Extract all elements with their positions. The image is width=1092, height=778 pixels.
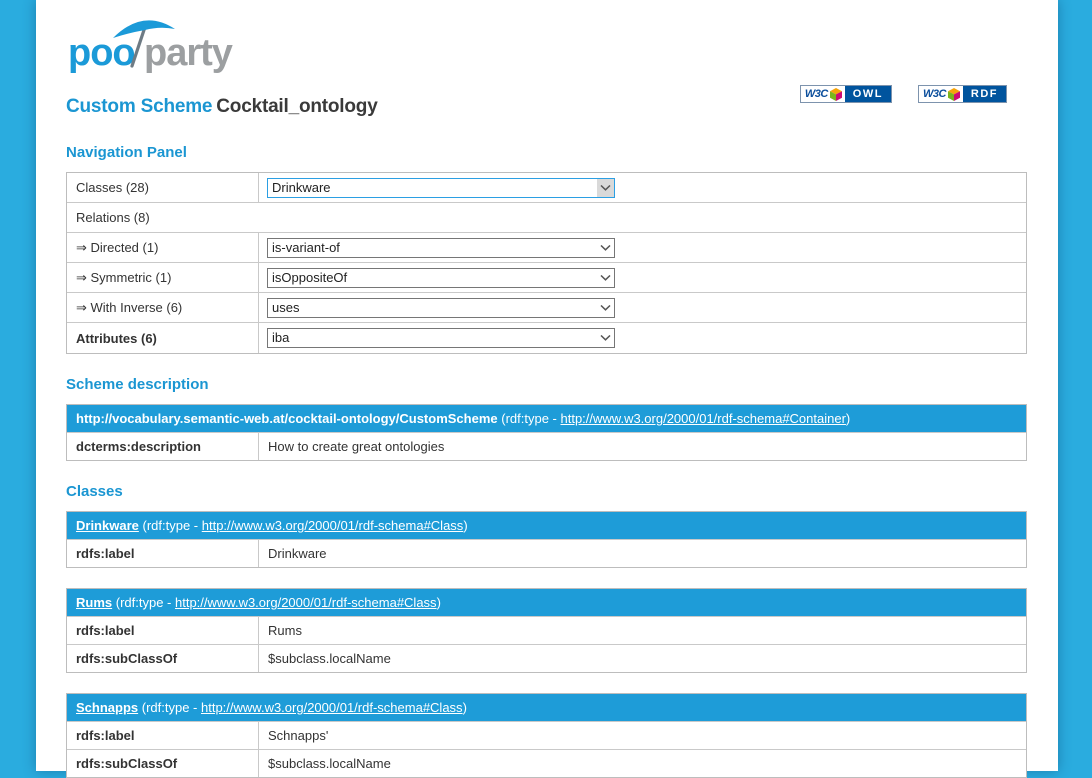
symmetric-count-label: ⇒ Symmetric (1) xyxy=(67,263,259,292)
nav-row-symmetric: ⇒ Symmetric (1) isOppositeOf xyxy=(67,263,1026,293)
content-panel: poo party Custom SchemeCocktail_ontology… xyxy=(36,0,1058,771)
attributes-dropdown[interactable]: iba xyxy=(267,328,615,348)
navigation-panel-table: Classes (28) Drinkware Relations (8) ⇒ D… xyxy=(66,172,1027,354)
nav-row-classes: Classes (28) Drinkware xyxy=(67,173,1026,203)
value-cell: $subclass.localName xyxy=(259,645,1026,672)
table-row: rdfs:label Rums xyxy=(67,616,1026,644)
owl-badge-label: OWL xyxy=(845,86,891,102)
nav-row-attributes: Attributes (6) iba xyxy=(67,323,1026,353)
scheme-description-heading: Scheme description xyxy=(66,376,1027,393)
predicate-cell: rdfs:label xyxy=(67,617,259,644)
table-row: rdfs:label Schnapps' xyxy=(67,721,1026,749)
predicate-cell: rdfs:subClassOf xyxy=(67,750,259,777)
standards-badges: W3C OWL W3C xyxy=(800,85,1007,103)
table-row: rdfs:subClassOf $subclass.localName xyxy=(67,749,1026,777)
rdf-type-text: (rdf:type - xyxy=(139,518,202,533)
w3c-cube-icon xyxy=(830,88,842,101)
table-row: rdfs:subClassOf $subclass.localName xyxy=(67,644,1026,672)
with-inverse-count-label: ⇒ With Inverse (6) xyxy=(67,293,259,322)
class-name-link[interactable]: Rums xyxy=(76,595,112,610)
chevron-down-icon xyxy=(597,239,614,257)
w3c-cube-icon xyxy=(948,88,960,101)
classes-heading: Classes xyxy=(66,483,1027,500)
predicate-cell: dcterms:description xyxy=(67,433,259,460)
predicate-cell: rdfs:subClassOf xyxy=(67,645,259,672)
with-inverse-relations-dropdown[interactable]: uses xyxy=(267,298,615,318)
chevron-down-icon xyxy=(597,299,614,317)
w3c-rdf-badge[interactable]: W3C RDF xyxy=(918,85,1007,103)
close-paren: ) xyxy=(437,595,441,610)
directed-relations-dropdown[interactable]: is-variant-of xyxy=(267,238,615,258)
scheme-description-table: http://vocabulary.semantic-web.at/cockta… xyxy=(66,404,1027,461)
rdf-schema-class-link[interactable]: http://www.w3.org/2000/01/rdf-schema#Cla… xyxy=(201,700,463,715)
logo-pool-text: poo xyxy=(68,32,135,74)
class-name-link[interactable]: Schnapps xyxy=(76,700,138,715)
attributes-dropdown-value: iba xyxy=(268,329,597,347)
close-paren: ) xyxy=(463,518,467,533)
predicate-cell: rdfs:label xyxy=(67,722,259,749)
scheme-subject-uri: http://vocabulary.semantic-web.at/cockta… xyxy=(76,411,498,426)
w3c-label: W3C xyxy=(923,88,946,100)
navigation-panel-heading: Navigation Panel xyxy=(66,144,1027,161)
w3c-label: W3C xyxy=(805,88,828,100)
poolparty-logo[interactable]: poo party xyxy=(66,12,286,78)
symmetric-dropdown-value: isOppositeOf xyxy=(268,269,597,287)
directed-count-label: ⇒ Directed (1) xyxy=(67,233,259,262)
class-table-drinkware: Drinkware (rdf:type - http://www.w3.org/… xyxy=(66,511,1027,568)
class-header: Drinkware (rdf:type - http://www.w3.org/… xyxy=(67,512,1026,539)
class-table-rums: Rums (rdf:type - http://www.w3.org/2000/… xyxy=(66,588,1027,673)
rdf-schema-container-link[interactable]: http://www.w3.org/2000/01/rdf-schema#Con… xyxy=(560,411,845,426)
value-cell: Drinkware xyxy=(259,540,1026,567)
class-name-link[interactable]: Drinkware xyxy=(76,518,139,533)
scheme-name-label: Cocktail_ontology xyxy=(216,96,377,117)
close-paren: ) xyxy=(463,700,467,715)
w3c-owl-badge[interactable]: W3C OWL xyxy=(800,85,892,103)
classes-dropdown[interactable]: Drinkware xyxy=(267,178,615,198)
logo-party-text: party xyxy=(144,32,233,74)
with-inverse-dropdown-value: uses xyxy=(268,299,597,317)
predicate-cell: rdfs:label xyxy=(67,540,259,567)
classes-dropdown-value: Drinkware xyxy=(268,179,597,197)
directed-dropdown-value: is-variant-of xyxy=(268,239,597,257)
rdf-badge-label: RDF xyxy=(963,86,1006,102)
rdf-type-text: (rdf:type - xyxy=(138,700,201,715)
table-row: dcterms:description How to create great … xyxy=(67,432,1026,460)
class-header: Schnapps (rdf:type - http://www.w3.org/2… xyxy=(67,694,1026,721)
class-table-schnapps: Schnapps (rdf:type - http://www.w3.org/2… xyxy=(66,693,1027,778)
nav-row-directed: ⇒ Directed (1) is-variant-of xyxy=(67,233,1026,263)
classes-count-label: Classes (28) xyxy=(67,173,259,202)
attributes-count-label: Attributes (6) xyxy=(67,323,259,353)
rdf-type-text: (rdf:type - xyxy=(498,411,561,426)
symmetric-relations-dropdown[interactable]: isOppositeOf xyxy=(267,268,615,288)
value-cell: Rums xyxy=(259,617,1026,644)
rdf-schema-class-link[interactable]: http://www.w3.org/2000/01/rdf-schema#Cla… xyxy=(202,518,464,533)
value-cell: Schnapps' xyxy=(259,722,1026,749)
relations-count-label: Relations (8) xyxy=(67,203,1026,232)
poolparty-logo-graphic: poo party xyxy=(66,12,286,78)
nav-row-relations: Relations (8) xyxy=(67,203,1026,233)
chevron-down-icon xyxy=(597,329,614,347)
chevron-down-icon xyxy=(597,179,614,197)
table-row: rdfs:label Drinkware xyxy=(67,539,1026,567)
rdf-type-text: (rdf:type - xyxy=(112,595,175,610)
scheme-type-label: Custom Scheme xyxy=(66,96,212,117)
value-cell: How to create great ontologies xyxy=(259,433,1026,460)
scheme-header: http://vocabulary.semantic-web.at/cockta… xyxy=(67,405,1026,432)
chevron-down-icon xyxy=(597,269,614,287)
class-header: Rums (rdf:type - http://www.w3.org/2000/… xyxy=(67,589,1026,616)
nav-row-with-inverse: ⇒ With Inverse (6) uses xyxy=(67,293,1026,323)
close-paren: ) xyxy=(846,411,850,426)
value-cell: $subclass.localName xyxy=(259,750,1026,777)
rdf-schema-class-link[interactable]: http://www.w3.org/2000/01/rdf-schema#Cla… xyxy=(175,595,437,610)
